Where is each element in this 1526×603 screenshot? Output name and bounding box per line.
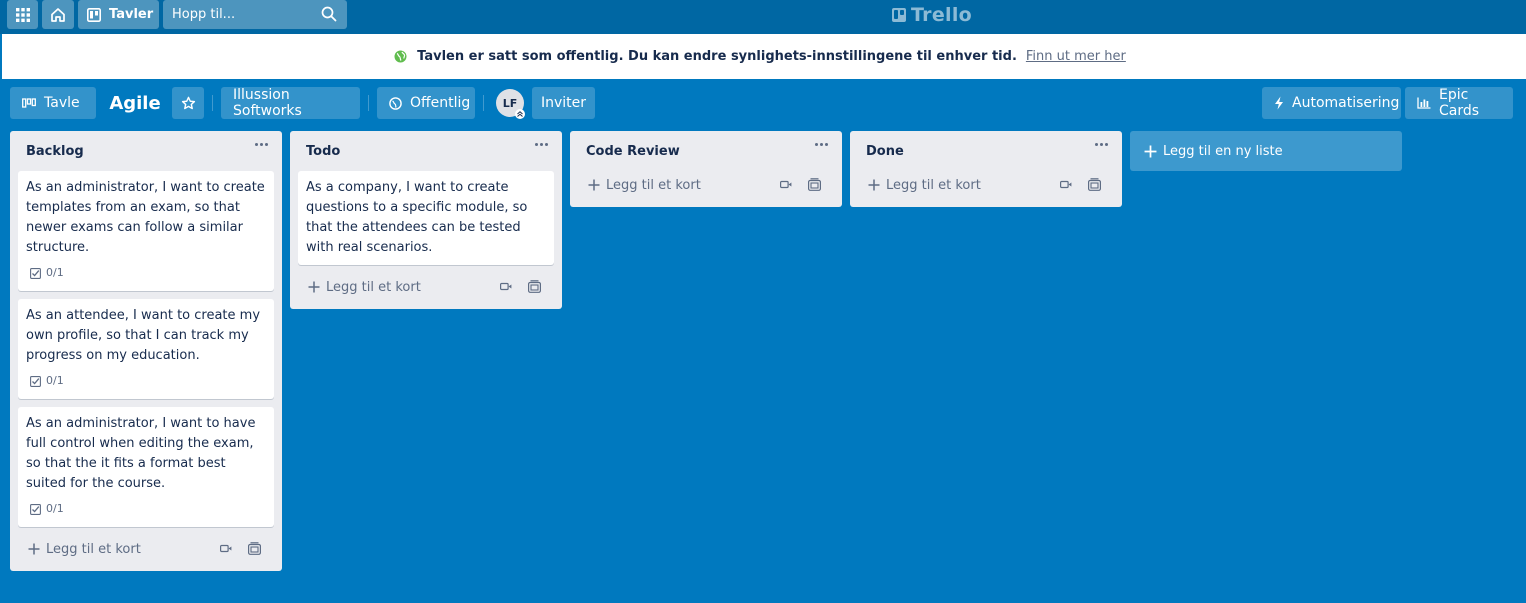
divider <box>368 95 369 111</box>
list-title[interactable]: Code Review <box>586 144 680 159</box>
boards-button[interactable]: Tavler <box>78 0 159 29</box>
plus-icon <box>1144 145 1157 157</box>
visibility-notice: Tavlen er satt som offentlig. Du kan end… <box>2 34 1526 79</box>
card-title: As a company, I want to create questions… <box>306 180 528 255</box>
board-icon <box>87 7 101 22</box>
search-icon[interactable] <box>321 6 337 22</box>
learn-more-link[interactable]: Finn ut mer her <box>1026 49 1126 64</box>
lightning-icon <box>1275 96 1283 110</box>
list-title[interactable]: Backlog <box>26 144 84 159</box>
notice-text: Tavlen er satt som offentlig. Du kan end… <box>417 49 1017 64</box>
trello-logo[interactable]: Trello <box>892 4 972 26</box>
card[interactable]: As an attendee, I want to create my own … <box>18 299 274 399</box>
home-button[interactable] <box>42 0 74 29</box>
template-icon[interactable] <box>1088 178 1101 191</box>
checklist-icon <box>30 503 41 515</box>
add-card-button[interactable]: Legg til et kort <box>18 535 274 563</box>
list-header[interactable]: Code Review <box>570 131 842 171</box>
visibility-label: Offentlig <box>410 95 471 111</box>
board-view-switcher[interactable]: Tavle <box>10 87 96 119</box>
add-card-label: Legg til et kort <box>326 279 421 295</box>
add-list-button[interactable]: Legg til en ny liste <box>1130 131 1402 171</box>
checklist-count: 0/1 <box>46 266 64 279</box>
list-menu-icon[interactable] <box>815 143 828 146</box>
globe-icon <box>389 96 402 110</box>
list-header[interactable]: Done <box>850 131 1122 171</box>
template-icon[interactable] <box>248 542 261 555</box>
add-card-button[interactable]: Legg til et kort <box>578 171 834 199</box>
trello-logo-icon <box>892 8 906 22</box>
search-input[interactable] <box>172 7 312 22</box>
list-code-review[interactable]: Code Review Legg til et kort <box>570 131 842 207</box>
invite-label: Inviter <box>540 95 587 111</box>
invite-button[interactable]: Inviter <box>532 87 595 119</box>
workspace-label: Illussion Softworks <box>233 87 302 119</box>
add-card-label: Legg til et kort <box>606 177 701 193</box>
grid-icon <box>15 7 30 22</box>
checklist-badge: 0/1 <box>30 371 266 391</box>
list-todo[interactable]: Todo As a company, I want to create ques… <box>290 131 562 309</box>
view-label: Tavle <box>44 95 80 111</box>
list-title[interactable]: Done <box>866 144 904 159</box>
add-list-label: Legg til en ny liste <box>1163 143 1283 159</box>
plus-icon <box>868 179 880 191</box>
add-card-label: Legg til et kort <box>46 541 141 557</box>
video-icon[interactable] <box>1060 180 1072 189</box>
epic-cards-button[interactable]: Epic Cards <box>1405 87 1513 119</box>
apps-button[interactable] <box>7 0 38 29</box>
list-header[interactable]: Todo <box>290 131 562 171</box>
list-backlog[interactable]: Backlog As an administrator, I want to c… <box>10 131 282 571</box>
avatar[interactable]: LF <box>496 89 525 119</box>
list-menu-icon[interactable] <box>255 143 268 146</box>
checklist-icon <box>30 375 41 387</box>
divider <box>212 95 213 111</box>
board-title[interactable]: Agile <box>104 87 166 119</box>
logo-text: Trello <box>911 4 973 26</box>
star-icon <box>181 96 195 109</box>
list-menu-icon[interactable] <box>535 143 548 146</box>
card-title: As an administrator, I want to create te… <box>26 180 265 255</box>
divider <box>483 95 484 111</box>
search-box[interactable] <box>163 0 347 29</box>
card[interactable]: As an administrator, I want to have full… <box>18 407 274 527</box>
checklist-count: 0/1 <box>46 374 64 387</box>
template-icon[interactable] <box>808 178 821 191</box>
add-card-button[interactable]: Legg til et kort <box>298 273 554 301</box>
plus-icon <box>308 281 320 293</box>
avatar-initials: LF <box>502 96 518 110</box>
card-title: As an administrator, I want to have full… <box>26 416 256 491</box>
checklist-badge: 0/1 <box>30 263 266 283</box>
home-icon <box>51 7 65 22</box>
globe-icon <box>394 50 407 63</box>
star-button[interactable] <box>172 87 204 119</box>
video-icon[interactable] <box>220 544 232 553</box>
automation-label: Automatisering <box>1292 95 1400 111</box>
video-icon[interactable] <box>780 180 792 189</box>
card[interactable]: As a company, I want to create questions… <box>298 171 554 265</box>
visibility-button[interactable]: Offentlig <box>377 87 475 119</box>
plus-icon <box>588 179 600 191</box>
checklist-count: 0/1 <box>46 502 64 515</box>
bar-chart-icon <box>1417 97 1431 109</box>
automation-button[interactable]: Automatisering <box>1262 87 1401 119</box>
video-icon[interactable] <box>500 282 512 291</box>
add-card-label: Legg til et kort <box>886 177 981 193</box>
checklist-badge: 0/1 <box>30 499 266 519</box>
template-icon[interactable] <box>528 280 541 293</box>
checklist-icon <box>30 267 41 279</box>
add-card-button[interactable]: Legg til et kort <box>858 171 1114 199</box>
top-header: Tavler Trello <box>0 0 1526 34</box>
card[interactable]: As an administrator, I want to create te… <box>18 171 274 291</box>
list-header[interactable]: Backlog <box>10 131 282 171</box>
admin-chevron-icon <box>515 109 525 119</box>
board-view-icon <box>22 98 36 108</box>
list-title[interactable]: Todo <box>306 144 340 159</box>
list-done[interactable]: Done Legg til et kort <box>850 131 1122 207</box>
workspace-button[interactable]: Illussion Softworks <box>221 87 360 119</box>
list-menu-icon[interactable] <box>1095 143 1108 146</box>
boards-label: Tavler <box>109 7 154 22</box>
plus-icon <box>28 543 40 555</box>
powerup-label: Epic Cards <box>1439 87 1480 119</box>
card-title: As an attendee, I want to create my own … <box>26 308 261 363</box>
